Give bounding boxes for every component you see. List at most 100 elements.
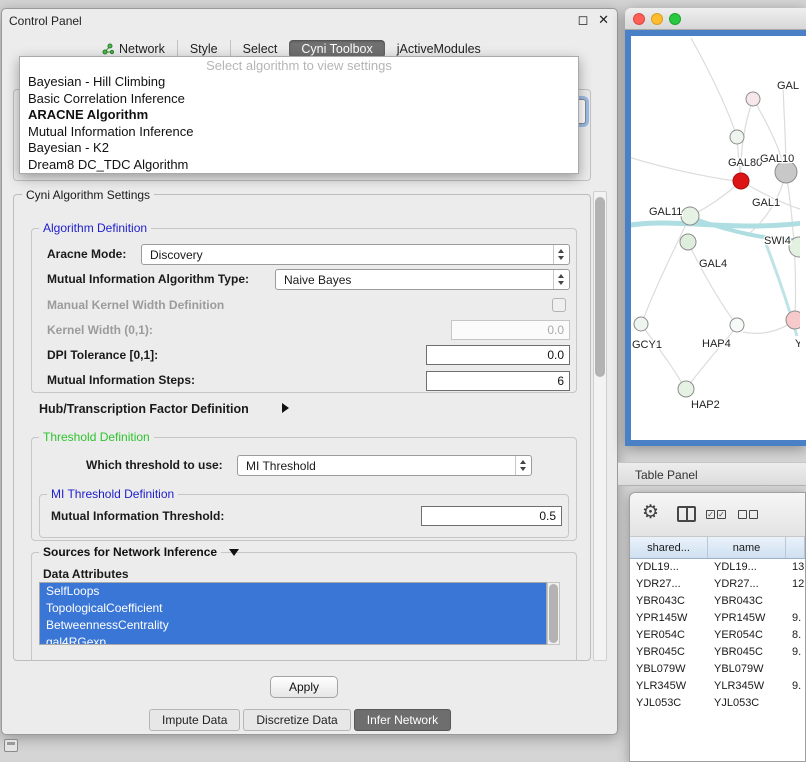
dropdown-item[interactable]: Basic Correlation Inference [20,91,578,108]
node[interactable] [746,92,760,106]
columns-icon[interactable] [677,506,696,522]
list-item[interactable]: TopologicalCoefficient [40,600,546,617]
node[interactable] [786,311,800,329]
list-item[interactable]: gal4RGexp [40,634,546,645]
float-window-icon[interactable]: ◻ [578,12,589,27]
list-scrollbar[interactable] [547,582,560,645]
cell[interactable]: YBR045C [708,644,786,661]
cell[interactable]: 12 [786,576,805,593]
list-item[interactable]: BetweennessCentrality [40,617,546,634]
network-view-window: GAL GAL80 GAL10 GAL11 GAL1 SWI4 GAL4 GCY… [625,8,806,446]
dpi-tolerance-field[interactable]: 0.0 [426,345,570,365]
mi-threshold-field[interactable]: 0.5 [421,506,562,526]
mi-algorithm-type-select[interactable]: Naive Bayes [275,269,570,290]
cell[interactable]: YBR043C [708,593,786,610]
dropdown-item[interactable]: Bayesian - Hill Climbing [20,74,578,91]
cell[interactable] [786,661,805,678]
cell[interactable]: YBL079W [630,661,708,678]
control-panel-titlebar[interactable]: Control Panel ◻ ✕ [2,9,617,33]
minimized-panel-icon[interactable] [4,739,18,752]
dropdown-item[interactable]: Bayesian - K2 [20,140,578,157]
table-row[interactable]: YDR27... YDR27... 12 [630,576,805,593]
column-header[interactable] [786,537,805,558]
network-window-titlebar[interactable] [625,8,806,30]
cell[interactable]: YDL19... [708,559,786,576]
table-header[interactable]: shared... name [630,537,805,559]
cell[interactable]: 9. [786,644,805,661]
table-body: YDL19... YDL19... 13 YDR27... YDR27... 1… [630,559,805,712]
aracne-mode-select[interactable]: Discovery [141,244,570,265]
table-row[interactable]: YPR145W YPR145W 9. [630,610,805,627]
gear-icon[interactable]: ⚙ [642,501,659,524]
network-canvas[interactable]: GAL GAL80 GAL10 GAL11 GAL1 SWI4 GAL4 GCY… [625,30,806,446]
cell[interactable]: YDR27... [630,576,708,593]
tab-impute-data[interactable]: Impute Data [149,709,240,731]
dropdown-item-selected[interactable]: ARACNE Algorithm [20,107,578,124]
close-window-icon[interactable]: ✕ [598,12,609,27]
table-row[interactable]: YBR043C YBR043C [630,593,805,610]
scrollbar-thumb[interactable] [595,197,605,377]
column-header[interactable]: shared... [630,537,708,558]
cell[interactable]: 8. [786,627,805,644]
kernel-width-field[interactable]: 0.0 [451,320,570,340]
apply-button[interactable]: Apply [270,676,338,698]
which-threshold-select[interactable]: MI Threshold [237,455,532,476]
tab-infer-network[interactable]: Infer Network [354,709,451,731]
sources-title[interactable]: Sources for Network Inference [39,545,221,559]
dropdown-item[interactable]: Dream8 DC_TDC Algorithm [20,157,578,174]
hub-section-label[interactable]: Hub/Transcription Factor Definition [39,402,249,416]
table-row[interactable]: YJL053C YJL053C [630,695,805,712]
table-panel-window: ⚙ ✓✓ shared... name YDL19... YDL19... 13… [629,492,806,762]
settings-scrollbar[interactable] [593,191,607,661]
cell[interactable]: 13 [786,559,805,576]
mi-steps-field[interactable]: 6 [426,371,570,391]
cell[interactable]: YLR345W [708,678,786,695]
cell[interactable]: YJL053C [708,695,786,712]
cell[interactable]: 9. [786,678,805,695]
table-row[interactable]: YBL079W YBL079W [630,661,805,678]
cyni-mode-tabs: Impute Data Discretize Data Infer Networ… [149,709,451,731]
cell[interactable] [786,695,805,712]
collapse-arrow-icon[interactable] [229,549,239,556]
cell[interactable] [786,593,805,610]
deselect-all-icon[interactable] [738,510,758,519]
node-label: Y [795,338,800,350]
tab-discretize-data[interactable]: Discretize Data [243,709,350,731]
node-gcy1[interactable] [634,317,648,331]
table-row[interactable]: YER054C YER054C 8. [630,627,805,644]
close-traffic-light[interactable] [633,13,645,25]
cell[interactable]: YBL079W [708,661,786,678]
expand-arrow-icon[interactable] [282,403,289,413]
cell[interactable]: YER054C [708,627,786,644]
cell[interactable]: YDL19... [630,559,708,576]
node-gal11[interactable] [681,207,699,225]
which-threshold-label: Which threshold to use: [86,458,223,472]
select-all-icon[interactable]: ✓✓ [706,510,726,519]
cell[interactable]: YJL053C [630,695,708,712]
cell[interactable]: 9. [786,610,805,627]
minimize-traffic-light[interactable] [651,13,663,25]
cell[interactable]: YDR27... [708,576,786,593]
node[interactable] [730,130,744,144]
cell[interactable]: YER054C [630,627,708,644]
table-panel-titlebar[interactable]: Table Panel [618,462,806,486]
cell[interactable]: YBR043C [630,593,708,610]
table-row[interactable]: YDL19... YDL19... 13 [630,559,805,576]
manual-kernel-width-checkbox[interactable] [552,298,566,312]
table-row[interactable]: YLR345W YLR345W 9. [630,678,805,695]
list-item[interactable]: SelfLoops [40,583,546,600]
cell[interactable]: YPR145W [630,610,708,627]
node-gal4[interactable] [680,234,696,250]
node[interactable] [730,318,744,332]
data-attributes-list[interactable]: SelfLoops TopologicalCoefficient Between… [39,582,547,645]
table-row[interactable]: YBR045C YBR045C 9. [630,644,805,661]
cell[interactable]: YLR345W [630,678,708,695]
node-hap2[interactable] [678,381,694,397]
dropdown-item[interactable]: Mutual Information Inference [20,124,578,141]
node-selected-red[interactable] [733,173,749,189]
network-tab-icon [102,43,114,55]
zoom-traffic-light[interactable] [669,13,681,25]
cell[interactable]: YBR045C [630,644,708,661]
column-header[interactable]: name [708,537,786,558]
cell[interactable]: YPR145W [708,610,786,627]
